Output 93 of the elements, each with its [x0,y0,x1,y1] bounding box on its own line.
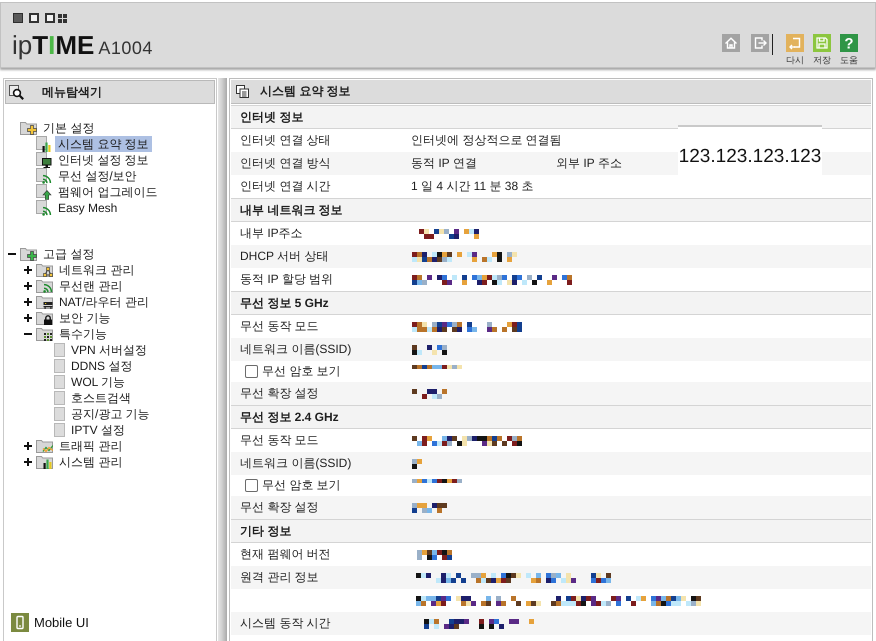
tree-item[interactable]: WOL 기능 [68,374,128,390]
folder-plus-icon [20,121,37,135]
field-label: 인터넷 연결 상태 [240,132,331,149]
folder-wifi-icon [36,279,53,293]
tree-item[interactable]: IPTV 설정 [68,422,128,438]
mobile-ui-link[interactable]: Mobile UI [11,613,216,632]
field-label: 시스템 동작 시간 [240,615,331,632]
floppy-disk-icon [813,34,831,52]
plus-icon[interactable] [24,442,32,450]
checkbox[interactable] [245,365,258,378]
page-icon [54,375,65,389]
field-label: 무선 동작 모드 [240,432,319,449]
wifi-icon [36,200,52,216]
field-label: 네트워크 이름(SSID) [240,455,352,472]
bar-chart-icon [36,136,52,152]
up-arrow-icon [36,184,52,200]
page-icon [54,407,65,421]
folder-grid-icon [36,327,53,341]
plus-icon[interactable] [24,266,32,274]
field-label: 무선 동작 모드 [240,318,319,335]
page-icon [54,423,65,437]
tree-item[interactable]: VPN 서버설정 [68,342,150,358]
plus-icon[interactable] [24,298,32,306]
tree-item[interactable]: 기본 설정 [40,120,98,136]
section-header: 기타 정보 [231,519,871,543]
tree-item[interactable]: 특수기능 [56,326,110,342]
retry-button[interactable]: 다시 [786,34,804,65]
field-label: 현재 펌웨어 버전 [240,546,331,563]
field-label: 외부 IP 주소 [556,155,622,172]
plus-icon[interactable] [24,458,32,466]
field-label: DHCP 서버 상태 [240,248,328,265]
folder-router-icon [36,295,53,309]
phone-icon [11,613,29,632]
tree-item[interactable]: 호스트검색 [68,390,134,406]
page-icon [54,343,65,357]
field-label: 무선 확장 설정 [240,385,319,402]
four-squares-icon [58,14,67,22]
tree-item[interactable]: DDNS 설정 [68,358,136,374]
folder-bar-chart-icon [36,455,53,469]
field-label: 인터넷 연결 방식 [240,155,331,172]
tree-item[interactable]: 인터넷 설정 정보 [55,152,152,168]
outlined-square-icon [45,13,55,23]
tree-item[interactable]: Easy Mesh [55,200,120,216]
page-icon [54,359,65,373]
tree-item[interactable]: 무선 설정/보안 [55,168,140,184]
field-value: 인터넷에 정상적으로 연결됨 [411,132,562,149]
section-header: 인터넷 정보 [231,105,871,129]
help-button[interactable]: ? 도움 [840,34,858,65]
folder-line-chart-icon [36,439,53,453]
home-icon [722,34,740,52]
tree-item[interactable]: 보안 기능 [56,310,114,326]
tree-item[interactable]: 트래픽 관리 [56,438,126,454]
monitor-icon [36,152,52,168]
plus-icon[interactable] [24,282,32,290]
field-label: 네트워크 이름(SSID) [240,341,352,358]
tree-item[interactable]: 네트워크 관리 [56,262,138,278]
model-name: A1004 [98,38,153,58]
panel-title: 시스템 요약 정보 [260,83,351,100]
filled-square-icon [13,13,23,23]
folder-network-icon [36,263,53,277]
tree-item[interactable]: 시스템 관리 [56,454,126,470]
checkbox[interactable] [245,479,258,492]
save-button[interactable]: 저장 [813,34,831,65]
tree-item[interactable]: 시스템 요약 정보 [55,136,152,152]
folder-lock-icon [36,311,53,325]
tree-item[interactable]: 무선랜 관리 [56,278,126,294]
exit-icon [751,34,769,52]
section-header: 무선 정보 2.4 GHz [231,405,871,429]
field-value: 1 일 4 시간 11 분 38 초 [411,178,534,195]
plus-icon[interactable] [24,314,32,322]
outlined-square-icon [29,13,39,23]
tree-item[interactable]: 공지/광고 기능 [68,406,153,422]
field-label: 원격 관리 정보 [240,569,319,586]
checkbox-label[interactable]: 무선 암호 보기 [262,477,341,494]
windows-icon [236,85,249,98]
tree-item[interactable]: 고급 설정 [40,246,98,262]
folder-plus-icon [20,247,37,261]
section-header: 무선 정보 5 GHz [231,291,871,315]
field-value: 동적 IP 연결 [411,155,477,172]
tree-item[interactable]: 펌웨어 업그레이드 [55,184,160,200]
wifi-icon [36,168,52,184]
field-label: 내부 IP주소 [240,225,303,242]
field-label: 무선 확장 설정 [240,499,319,516]
magnifier-icon [9,84,24,100]
brand-logo: ipTIME [12,33,94,57]
tree-item[interactable]: NAT/라우터 관리 [56,294,152,310]
checkbox-label[interactable]: 무선 암호 보기 [262,363,341,380]
section-header: 내부 네트워크 정보 [231,198,871,222]
field-label: 인터넷 연결 시간 [240,178,331,195]
page-icon [54,391,65,405]
field-label: 동적 IP 할당 범위 [240,271,334,288]
help-icon: ? [840,34,858,52]
sidebar-title: 메뉴탐색기 [42,84,102,100]
